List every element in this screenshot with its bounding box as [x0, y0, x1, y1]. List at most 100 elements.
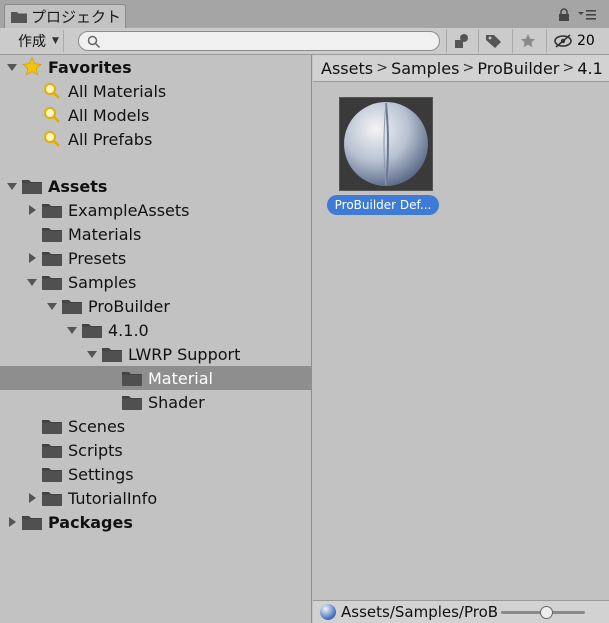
folder-icon: [122, 393, 142, 411]
tab-label: プロジェクト: [31, 8, 122, 26]
tree-item-label: Materials: [68, 224, 142, 244]
tree-item-label: Favorites: [48, 57, 132, 77]
project-toolbar: 作成 ▼ 20: [0, 28, 609, 55]
tree-item-material[interactable]: Material: [0, 366, 311, 390]
folder-icon: [42, 417, 62, 435]
lock-icon[interactable]: [557, 8, 571, 22]
expanded-arrow-icon[interactable]: [66, 324, 78, 336]
search-input[interactable]: [107, 33, 427, 49]
folder-icon: [42, 465, 62, 483]
tree-item-tutorialinfo[interactable]: TutorialInfo: [0, 486, 311, 510]
status-bar: Assets/Samples/ProB: [313, 600, 609, 623]
search-icon: [87, 35, 101, 49]
tree-item-label: Settings: [68, 464, 134, 484]
tree-item-probuilder[interactable]: ProBuilder: [0, 294, 311, 318]
expanded-arrow-icon[interactable]: [6, 180, 18, 192]
folder-icon: [102, 345, 122, 363]
tree-item-label: Material: [148, 368, 213, 388]
tree-item-label: Scripts: [68, 440, 123, 460]
collapsed-arrow-icon[interactable]: [26, 204, 38, 216]
tree-item-assets[interactable]: Assets: [0, 174, 311, 198]
tree-item-label: Presets: [68, 248, 127, 268]
tree-item-label: LWRP Support: [128, 344, 241, 364]
asset-label: ProBuilder Def...: [327, 195, 439, 215]
folder-icon: [62, 297, 82, 315]
collapsed-arrow-icon[interactable]: [26, 492, 38, 504]
window-tab-bar: プロジェクト: [0, 0, 609, 28]
breadcrumb-item[interactable]: 4.1: [577, 59, 602, 78]
tree-item-label: All Prefabs: [68, 129, 153, 149]
slider-thumb[interactable]: [540, 606, 553, 619]
chevron-right-icon: >: [462, 60, 475, 76]
tree-item-exampleassets[interactable]: ExampleAssets: [0, 198, 311, 222]
tree-item-settings[interactable]: Settings: [0, 462, 311, 486]
tree-item-label: All Models: [68, 105, 150, 125]
panel-menu-icon[interactable]: [577, 8, 597, 22]
hidden-packages-toggle[interactable]: 20: [546, 29, 608, 53]
search-filter-icon: [42, 82, 62, 100]
star-icon: [22, 57, 42, 76]
tree-item-all-materials[interactable]: All Materials: [0, 79, 311, 103]
folder-icon: [42, 489, 62, 507]
eye-slash-icon: [554, 34, 572, 48]
tree-item-label: Samples: [68, 272, 137, 292]
expanded-arrow-icon[interactable]: [86, 348, 98, 360]
tag-icon: [485, 35, 501, 48]
breadcrumb-item[interactable]: Samples: [391, 59, 459, 78]
search-by-type-button[interactable]: [446, 29, 476, 53]
folder-icon: [82, 321, 102, 339]
folder-icon: [11, 11, 27, 23]
collapsed-arrow-icon[interactable]: [6, 516, 18, 528]
search-filter-icon: [42, 130, 62, 148]
tree-item-label: ExampleAssets: [68, 200, 190, 220]
tree-item-all-prefabs[interactable]: All Prefabs: [0, 127, 311, 151]
tree-item-label: ProBuilder: [88, 296, 170, 316]
chevron-right-icon: >: [562, 60, 575, 76]
tree-item-materials[interactable]: Materials: [0, 222, 311, 246]
tree-item-packages[interactable]: Packages: [0, 510, 311, 534]
collapsed-arrow-icon[interactable]: [26, 252, 38, 264]
asset-tile-probuilder-default[interactable]: ProBuilder Def...: [327, 97, 441, 217]
expanded-arrow-icon[interactable]: [26, 276, 38, 288]
tree-item-lwrp-support[interactable]: LWRP Support: [0, 342, 311, 366]
tree-item-scenes[interactable]: Scenes: [0, 414, 311, 438]
tree-item-samples[interactable]: Samples: [0, 270, 311, 294]
favorite-search-button[interactable]: [512, 29, 542, 53]
selected-asset-path: Assets/Samples/ProB: [341, 603, 497, 621]
tree-item-scripts[interactable]: Scripts: [0, 438, 311, 462]
tree-item-label: Shader: [148, 392, 205, 412]
search-filter-icon: [42, 106, 62, 124]
chevron-right-icon: >: [376, 60, 388, 76]
material-thumbnail: [339, 97, 433, 191]
material-sphere-icon: [344, 102, 428, 186]
tree-item-4-1-0[interactable]: 4.1.0: [0, 318, 311, 342]
folder-icon: [42, 441, 62, 459]
breadcrumb-item[interactable]: ProBuilder: [477, 59, 559, 78]
search-by-label-button[interactable]: [478, 29, 508, 53]
tree-item-label: Scenes: [68, 416, 126, 436]
search-field[interactable]: [78, 31, 440, 51]
tree-item-label: 4.1.0: [108, 320, 149, 340]
tree-item-label: Packages: [48, 512, 133, 532]
folder-icon: [22, 513, 42, 531]
project-tab[interactable]: プロジェクト: [4, 4, 126, 28]
create-dropdown-button[interactable]: 作成 ▼: [8, 30, 64, 52]
expanded-arrow-icon[interactable]: [46, 300, 58, 312]
tree-item-label: TutorialInfo: [68, 488, 158, 508]
expanded-arrow-icon[interactable]: [6, 61, 18, 73]
breadcrumb-item[interactable]: Assets: [321, 59, 373, 78]
folder-icon: [42, 225, 62, 243]
folder-icon: [122, 369, 142, 387]
folder-tree-panel[interactable]: Favorites All Materials All Models All P…: [0, 55, 312, 623]
tree-item-shader[interactable]: Shader: [0, 390, 311, 414]
material-icon: [320, 604, 336, 620]
tree-item-all-models[interactable]: All Models: [0, 103, 311, 127]
tree-item-favorites[interactable]: Favorites: [0, 55, 311, 79]
tree-item-presets[interactable]: Presets: [0, 246, 311, 270]
icon-size-slider[interactable]: [501, 606, 585, 619]
folder-icon: [42, 273, 62, 291]
asset-grid[interactable]: ProBuilder Def...: [313, 83, 609, 600]
caret-down-icon: ▼: [52, 36, 59, 46]
hidden-count-label: 20: [577, 33, 595, 49]
folder-icon: [42, 201, 62, 219]
